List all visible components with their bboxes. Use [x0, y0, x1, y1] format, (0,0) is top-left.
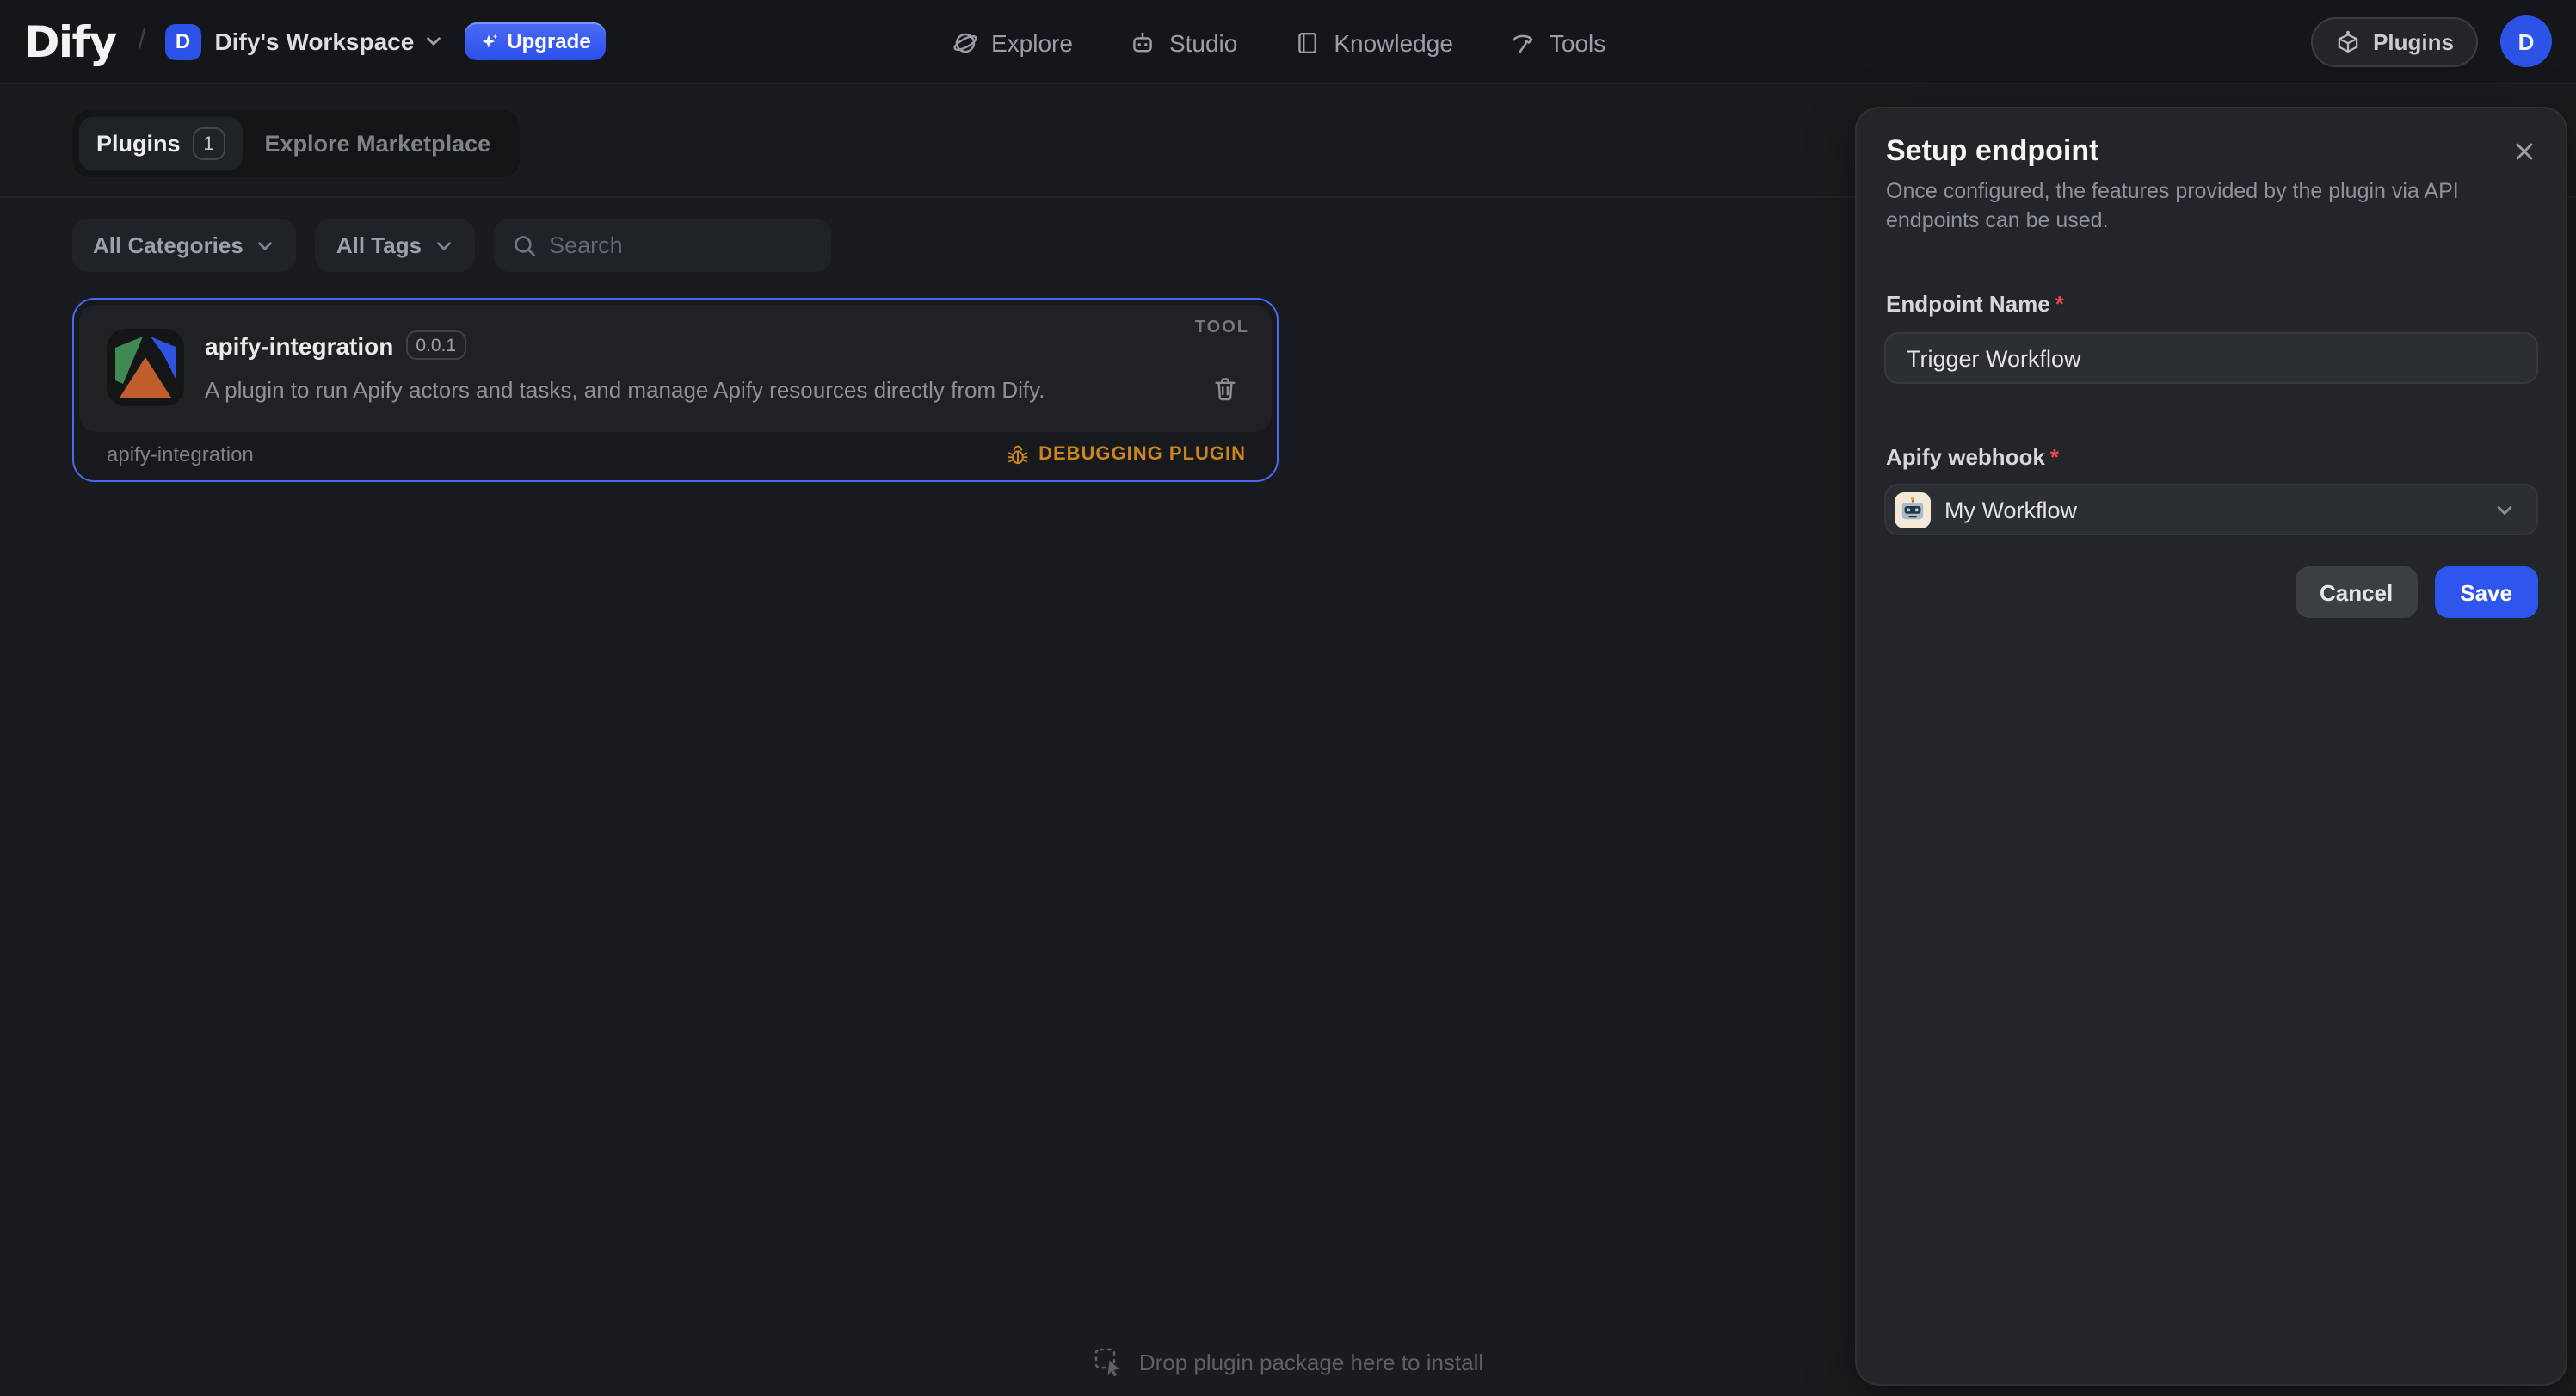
plugin-package-id: apify-integration — [107, 442, 254, 466]
chevron-down-icon — [256, 235, 276, 256]
nav-label: Knowledge — [1334, 28, 1453, 56]
plugins-tab-bar: Plugins 1 Explore Marketplace — [72, 110, 520, 177]
search-icon — [513, 233, 537, 257]
plugin-card-footer: apify-integration DEBUGGING PLUGIN — [74, 429, 1277, 480]
nav-item-explore[interactable]: Explore — [952, 28, 1073, 56]
tags-filter-label: All Tags — [336, 232, 422, 258]
filter-toolbar: All Categories All Tags Search — [72, 219, 831, 272]
dropzone-hint: Drop plugin package here to install — [1139, 1349, 1483, 1374]
chevron-down-icon — [422, 31, 443, 52]
search-placeholder: Search — [549, 232, 623, 258]
tags-filter-dropdown[interactable]: All Tags — [316, 219, 475, 272]
close-icon[interactable] — [2512, 139, 2536, 164]
nav-item-knowledge[interactable]: Knowledge — [1294, 28, 1453, 56]
webhook-selected-value: My Workflow — [1944, 497, 2077, 522]
upgrade-button[interactable]: Upgrade — [464, 22, 606, 60]
apify-webhook-select[interactable]: My Workflow — [1884, 484, 2538, 535]
drop-package-icon — [1093, 1346, 1124, 1377]
robot-emoji-icon — [1895, 491, 1931, 528]
tab-plugins[interactable]: Plugins 1 — [79, 117, 243, 170]
dify-logo[interactable]: Dify — [24, 16, 116, 66]
user-avatar[interactable]: D — [2500, 15, 2552, 67]
search-input[interactable]: Search — [494, 219, 831, 272]
breadcrumb-separator: / — [139, 26, 146, 57]
nav-item-studio[interactable]: Studio — [1130, 28, 1237, 56]
debugging-plugin-label: DEBUGGING PLUGIN — [1038, 444, 1246, 465]
nav-label: Explore — [991, 28, 1073, 56]
nav-item-tools[interactable]: Tools — [1510, 28, 1605, 56]
plugin-version-badge: 0.0.1 — [405, 330, 466, 360]
planet-icon — [952, 28, 979, 56]
main-nav: Explore Studio Knowledge Tools — [952, 0, 1605, 84]
tab-explore-marketplace[interactable]: Explore Marketplace — [243, 131, 514, 157]
endpoint-name-input[interactable] — [1884, 332, 2538, 384]
screenshot-stage: Dify / D Dify's Workspace Upgrade Explor… — [0, 0, 2576, 1396]
sparkle-icon — [479, 32, 498, 51]
apify-logo — [107, 329, 184, 406]
plugin-title-row: apify-integration 0.0.1 — [205, 330, 466, 360]
header-right: Plugins D — [2311, 15, 2552, 67]
workspace-avatar: D — [165, 23, 201, 59]
endpoint-name-label: Endpoint Name* — [1886, 291, 2064, 317]
workspace-name: Dify's Workspace — [215, 28, 415, 55]
plugin-cube-icon — [2335, 28, 2361, 54]
bug-icon — [1006, 443, 1028, 466]
debugging-plugin-badge: DEBUGGING PLUGIN — [1006, 443, 1246, 466]
panel-description: Once configured, the features provided b… — [1886, 177, 2502, 237]
required-marker: * — [2050, 444, 2059, 470]
plugins-button-label: Plugins — [2373, 28, 2454, 54]
apify-webhook-label: Apify webhook* — [1886, 444, 2059, 470]
required-marker: * — [2055, 291, 2064, 317]
upgrade-label: Upgrade — [507, 29, 590, 53]
plugin-name: apify-integration — [205, 331, 393, 359]
plugin-card-apify-integration[interactable]: TOOL apify-integration 0.0.1 A plugin to… — [72, 298, 1279, 482]
top-header: Dify / D Dify's Workspace Upgrade Explor… — [0, 0, 2576, 84]
nav-label: Studio — [1169, 28, 1237, 56]
categories-filter-label: All Categories — [93, 232, 243, 258]
plugins-header-button[interactable]: Plugins — [2311, 16, 2478, 66]
panel-title: Setup endpoint — [1886, 134, 2098, 169]
workspace-selector[interactable]: D Dify's Workspace — [165, 23, 444, 59]
tab-plugins-label: Plugins — [96, 131, 181, 157]
book-icon — [1294, 28, 1322, 56]
dify-app-window: Dify / D Dify's Workspace Upgrade Explor… — [0, 0, 2576, 1396]
nav-label: Tools — [1550, 28, 1605, 56]
chevron-down-icon — [2493, 498, 2516, 521]
hammer-icon — [1510, 28, 1538, 56]
setup-endpoint-panel: Setup endpoint Once configured, the feat… — [1855, 107, 2567, 1386]
save-button[interactable]: Save — [2434, 566, 2538, 618]
delete-plugin-button[interactable] — [1211, 375, 1239, 403]
plugin-description: A plugin to run Apify actors and tasks, … — [205, 377, 1045, 403]
plugin-type-badge: TOOL — [1195, 318, 1249, 337]
plugin-card-body: TOOL apify-integration 0.0.1 A plugin to… — [79, 305, 1272, 432]
robot-icon — [1130, 28, 1157, 56]
cancel-button[interactable]: Cancel — [2296, 566, 2417, 618]
plugins-count-badge: 1 — [193, 127, 225, 160]
categories-filter-dropdown[interactable]: All Categories — [72, 219, 297, 272]
panel-actions: Cancel Save — [2296, 566, 2538, 618]
chevron-down-icon — [434, 235, 454, 256]
